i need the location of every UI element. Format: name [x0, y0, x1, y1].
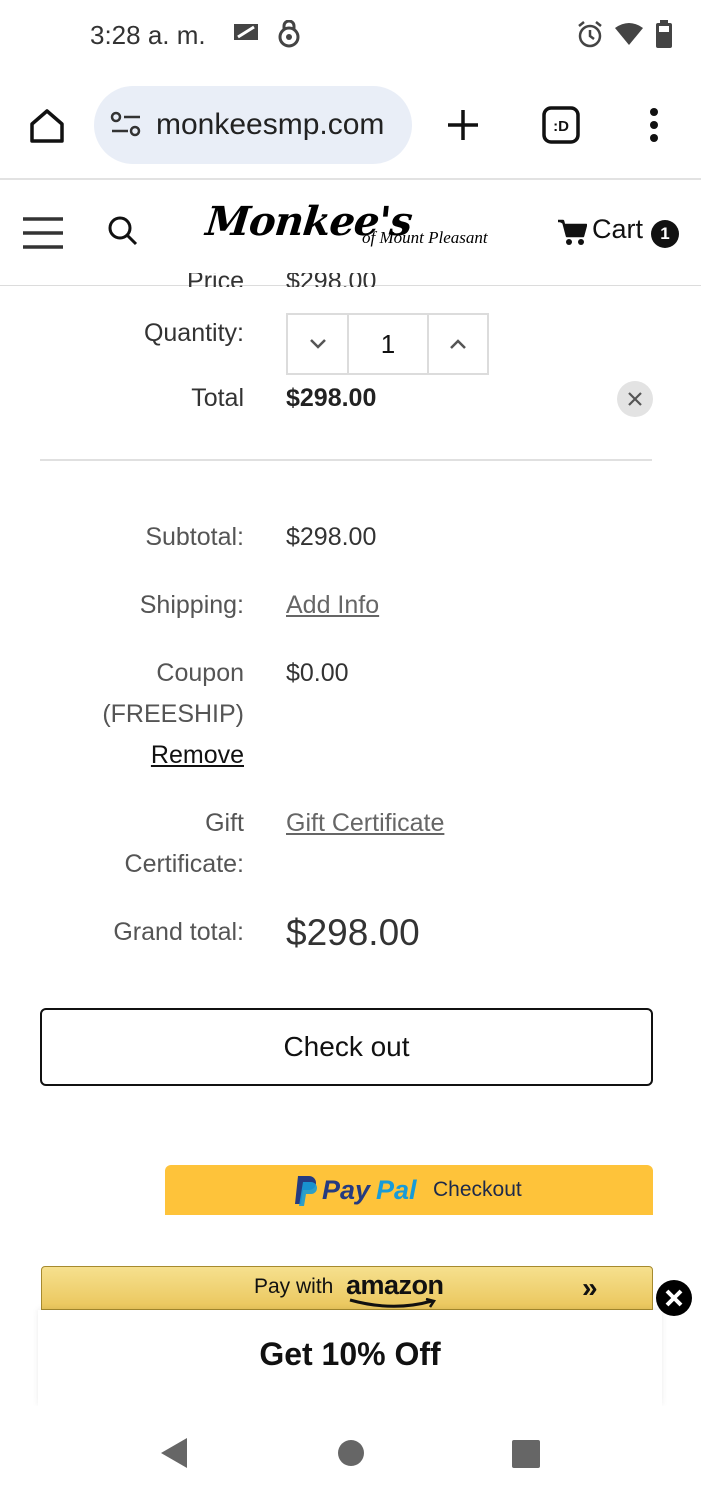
subtotal-label: Subtotal: — [145, 523, 244, 551]
coupon-value: $0.00 — [286, 659, 349, 687]
tab-switcher-icon[interactable]: :D — [542, 106, 580, 149]
lock-rotate-icon — [276, 19, 302, 55]
recents-icon[interactable] — [511, 1439, 541, 1474]
address-bar[interactable]: monkeesmp.com — [94, 86, 412, 164]
new-tab-icon[interactable] — [446, 108, 480, 147]
grand-total-value: $298.00 — [286, 912, 420, 953]
promo-close-button[interactable] — [656, 1280, 692, 1316]
price-row-clipped: Price $298.00 — [0, 273, 701, 287]
chevron-up-icon — [450, 338, 466, 349]
chevron-down-icon — [309, 338, 326, 349]
amazon-pay-button[interactable]: Pay with amazon » — [41, 1266, 653, 1310]
home-icon[interactable] — [28, 107, 66, 150]
site-settings-icon[interactable] — [110, 111, 142, 144]
quantity-stepper: 1 — [286, 313, 489, 375]
coupon-label: Coupon — [156, 659, 244, 687]
quantity-label: Quantity: — [143, 319, 244, 347]
paypal-checkout-button[interactable]: Pay Pal Checkout — [165, 1165, 653, 1215]
quantity-value[interactable]: 1 — [349, 315, 427, 373]
battery-icon — [655, 20, 673, 53]
cart-count-badge: 1 — [651, 220, 679, 248]
paypal-logo-icon — [293, 1174, 319, 1211]
promo-banner[interactable]: Get 10% Off — [38, 1310, 662, 1406]
grand-total-label: Grand total: — [113, 918, 244, 946]
coupon-code: (FREESHIP) — [102, 700, 244, 728]
cart-link[interactable]: Cart — [592, 214, 643, 245]
home-nav-icon[interactable] — [337, 1439, 365, 1472]
subtotal-value: $298.00 — [286, 523, 377, 551]
status-time: 3:28 a. m. — [90, 20, 206, 50]
paypal-word-pay: Pay — [322, 1175, 371, 1205]
search-icon[interactable] — [108, 216, 138, 251]
status-bar: 3:28 a. m. — [0, 0, 701, 72]
cart-content: Price $298.00 Quantity: 1 Total $298.00 … — [0, 273, 701, 1407]
promo-text: Get 10% Off — [259, 1336, 441, 1372]
section-divider — [40, 459, 652, 461]
close-icon — [628, 392, 642, 406]
system-nav-bar — [0, 1406, 701, 1500]
cart-icon[interactable] — [557, 218, 588, 251]
total-value: $298.00 — [286, 384, 377, 412]
gift-certificate-label: Gift — [205, 809, 244, 837]
chevron-double-right-icon: » — [582, 1272, 598, 1303]
wifi-icon — [614, 22, 644, 51]
paypal-checkout-label: Checkout — [433, 1178, 522, 1201]
more-menu-icon[interactable] — [648, 107, 660, 148]
browser-toolbar: monkeesmp.com :D — [0, 72, 701, 180]
hamburger-menu-icon[interactable] — [23, 216, 63, 255]
shipping-add-info-link[interactable]: Add Info — [286, 591, 379, 620]
increment-button[interactable] — [429, 315, 487, 373]
tab-switcher-label: :D — [553, 118, 569, 135]
alarm-icon — [576, 20, 604, 55]
price-value: $298.00 — [286, 273, 377, 287]
url-text: monkeesmp.com — [156, 108, 385, 141]
site-logo-subtitle: of Mount Pleasant — [362, 228, 488, 247]
sim-icon — [232, 20, 260, 49]
total-label: Total — [191, 384, 244, 412]
close-icon — [665, 1289, 683, 1307]
coupon-remove-link[interactable]: Remove — [151, 741, 244, 770]
price-label: Price — [187, 273, 244, 287]
checkout-button[interactable]: Check out — [40, 1008, 653, 1086]
remove-item-button[interactable] — [617, 381, 653, 417]
amazon-pay-prefix: Pay with — [254, 1275, 334, 1298]
shipping-label: Shipping: — [139, 591, 244, 619]
gift-certificate-link[interactable]: Gift Certificate — [286, 809, 444, 838]
decrement-button[interactable] — [288, 315, 347, 373]
back-icon[interactable] — [159, 1437, 189, 1474]
site-header: Monkee's of Mount Pleasant Cart 1 — [0, 182, 701, 286]
gift-certificate-label-line2: Certificate: — [124, 850, 244, 878]
paypal-word-pal: Pal — [376, 1175, 417, 1205]
